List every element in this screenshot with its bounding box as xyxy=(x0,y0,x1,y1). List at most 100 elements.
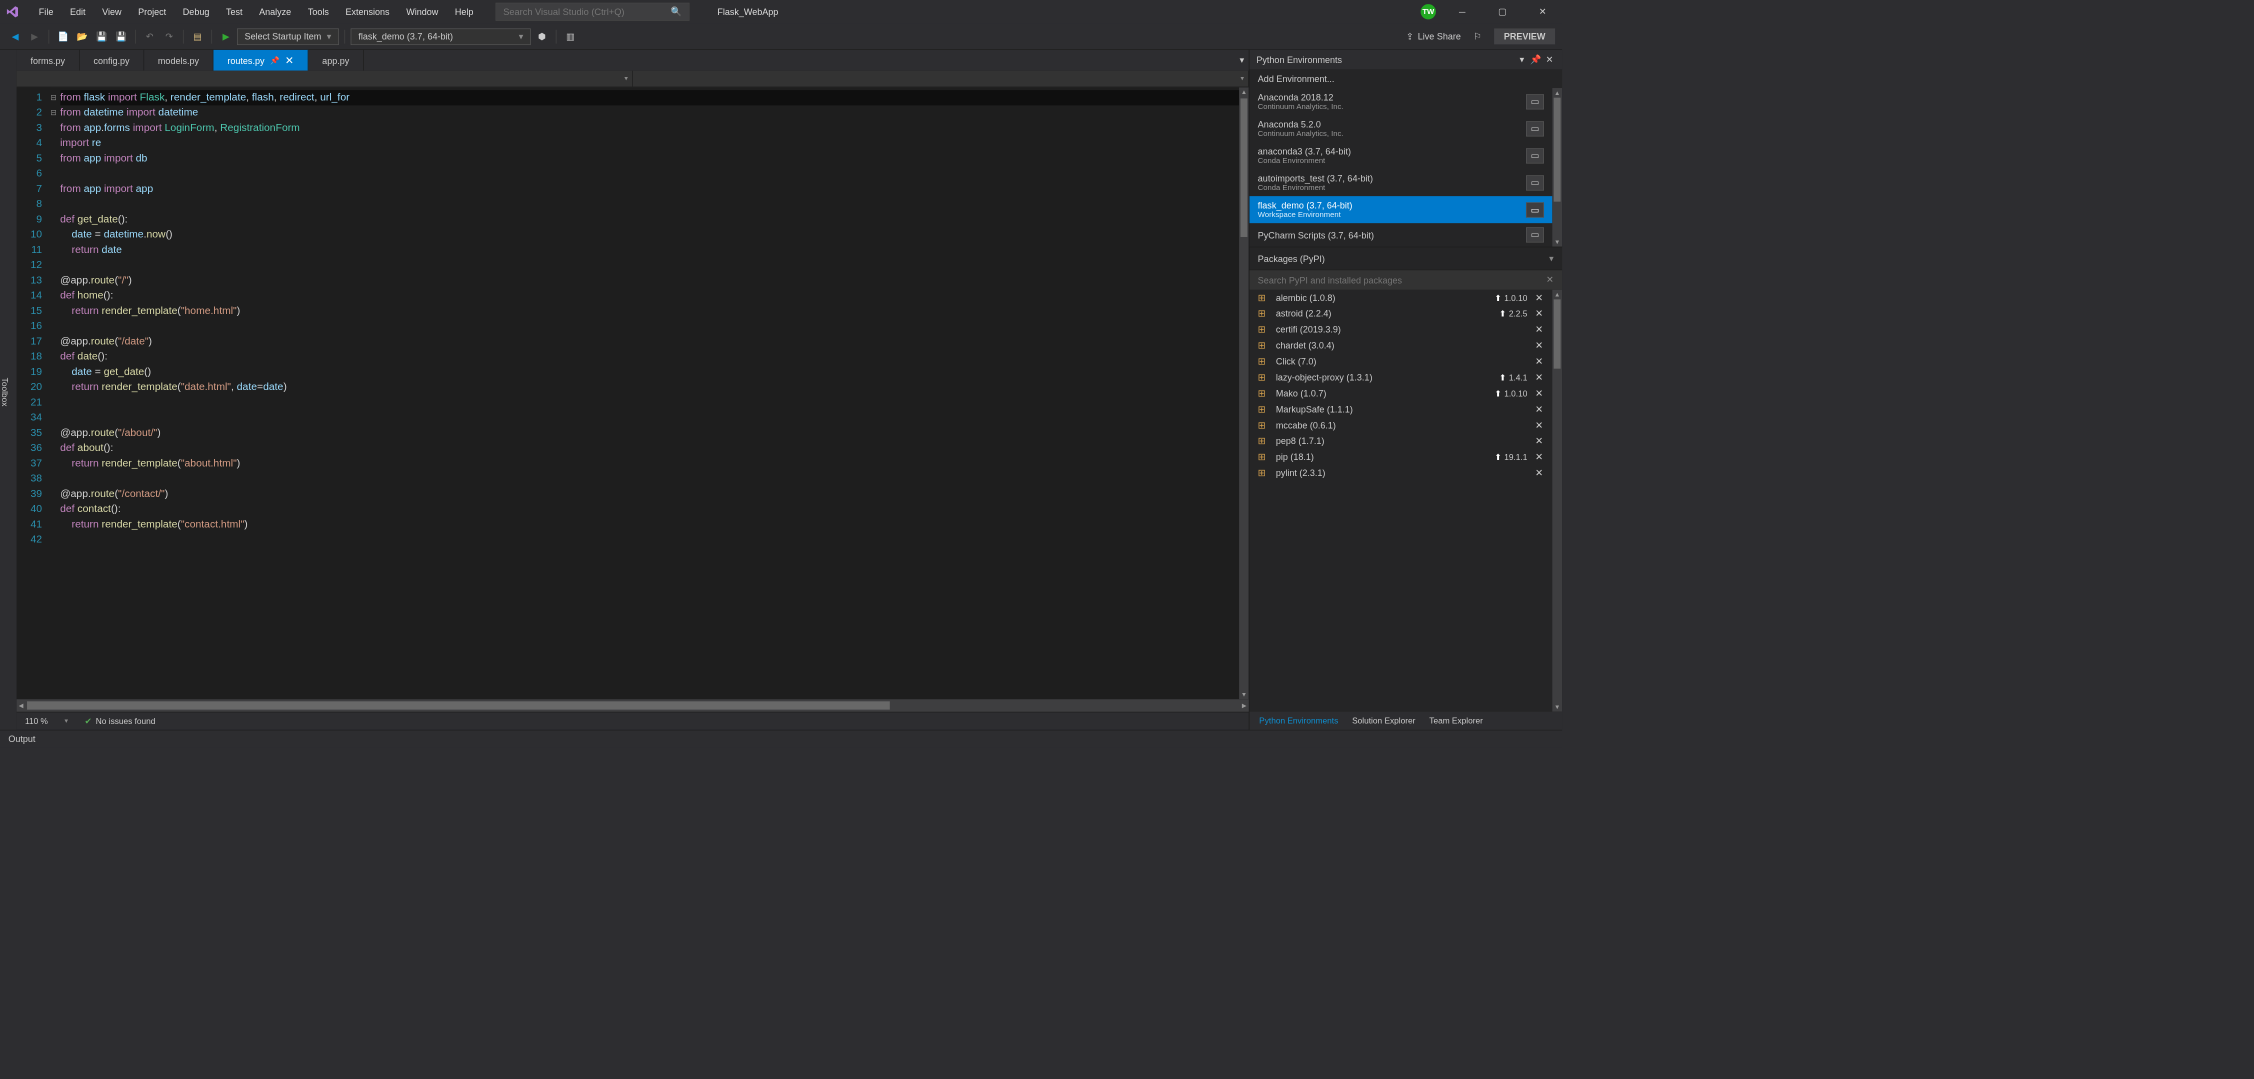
upgrade-icon[interactable]: ⬆ xyxy=(1494,293,1501,303)
search-input[interactable] xyxy=(503,7,665,17)
menu-edit[interactable]: Edit xyxy=(62,4,94,20)
close-panel-icon[interactable]: ✕ xyxy=(1544,54,1555,65)
remove-package-icon[interactable]: ✕ xyxy=(1534,419,1544,431)
save-all-icon[interactable]: 💾 xyxy=(113,28,130,45)
scope-selector-1[interactable]: ▾ xyxy=(17,71,633,87)
upgrade-icon[interactable]: ⬆ xyxy=(1494,452,1501,462)
menu-project[interactable]: Project xyxy=(130,4,175,20)
menu-analyze[interactable]: Analyze xyxy=(251,4,300,20)
env-item[interactable]: autoimports_test (3.7, 64-bit)Conda Envi… xyxy=(1249,169,1552,196)
upgrade-icon[interactable]: ⬆ xyxy=(1499,309,1506,319)
editor-scrollbar-h[interactable]: ◀ ▶ xyxy=(17,699,1249,711)
minimize-button[interactable]: ─ xyxy=(1448,2,1476,21)
package-item[interactable]: ⊞Mako (1.0.7)⬆1.0.10✕ xyxy=(1249,385,1552,401)
package-source-selector[interactable]: Packages (PyPI)▾ xyxy=(1249,247,1562,271)
env-item[interactable]: flask_demo (3.7, 64-bit)Workspace Enviro… xyxy=(1249,196,1552,223)
new-file-icon[interactable]: 📄 xyxy=(55,28,72,45)
pin-tab-icon[interactable]: 📌 xyxy=(270,56,279,65)
close-tab-icon[interactable]: ✕ xyxy=(285,54,294,66)
preview-button[interactable]: PREVIEW xyxy=(1494,28,1555,44)
save-icon[interactable]: 💾 xyxy=(94,28,111,45)
env-selector[interactable]: flask_demo (3.7, 64-bit)▾ xyxy=(351,28,531,45)
env-open-icon[interactable]: ▭ xyxy=(1526,175,1544,190)
remove-package-icon[interactable]: ✕ xyxy=(1534,403,1544,415)
run-icon[interactable]: ▶ xyxy=(218,28,235,45)
window-position-icon[interactable]: ▾ xyxy=(1516,54,1527,65)
package-item[interactable]: ⊞mccabe (0.6.1)✕ xyxy=(1249,417,1552,433)
scope-selector-2[interactable]: ▾ xyxy=(633,71,1249,87)
remove-package-icon[interactable]: ✕ xyxy=(1534,356,1544,368)
user-avatar[interactable]: TW xyxy=(1421,4,1436,19)
menu-debug[interactable]: Debug xyxy=(174,4,217,20)
maximize-button[interactable]: ▢ xyxy=(1489,2,1517,21)
toolbox-tab[interactable]: Toolbox xyxy=(0,378,10,407)
fold-column[interactable]: ⊟⊟ xyxy=(50,87,60,699)
search-box[interactable]: 🔍 xyxy=(496,3,690,21)
startup-selector[interactable]: Select Startup Item▾ xyxy=(237,28,339,45)
package-item[interactable]: ⊞pylint (2.3.1)✕ xyxy=(1249,465,1552,481)
package-item[interactable]: ⊞MarkupSafe (1.1.1)✕ xyxy=(1249,401,1552,417)
panel-tab-team-explorer[interactable]: Team Explorer xyxy=(1422,713,1489,728)
remove-package-icon[interactable]: ✕ xyxy=(1534,308,1544,320)
remove-package-icon[interactable]: ✕ xyxy=(1534,435,1544,447)
panel-tab-python-environments[interactable]: Python Environments xyxy=(1252,713,1345,728)
add-environment-button[interactable]: Add Environment... xyxy=(1249,69,1562,88)
env-item[interactable]: anaconda3 (3.7, 64-bit)Conda Environment… xyxy=(1249,142,1552,169)
env-open-icon[interactable]: ▭ xyxy=(1526,94,1544,109)
zoom-level[interactable]: 110 % xyxy=(25,716,48,726)
code-body[interactable]: from flask import Flask, render_template… xyxy=(60,87,1239,699)
remove-package-icon[interactable]: ✕ xyxy=(1534,340,1544,352)
pin-icon[interactable]: 📌 xyxy=(1530,54,1541,65)
package-item[interactable]: ⊞alembic (1.0.8)⬆1.0.10✕ xyxy=(1249,290,1552,306)
issues-status[interactable]: ✔ No issues found xyxy=(85,716,156,726)
clear-search-icon[interactable]: ✕ xyxy=(1546,274,1554,285)
remove-package-icon[interactable]: ✕ xyxy=(1534,324,1544,336)
package-item[interactable]: ⊞lazy-object-proxy (1.3.1)⬆1.4.1✕ xyxy=(1249,369,1552,385)
tab-overflow-icon[interactable]: ▾ xyxy=(1235,50,1249,71)
tab-forms-py[interactable]: forms.py xyxy=(17,50,80,71)
env-open-icon[interactable]: ▭ xyxy=(1526,121,1544,136)
tab-app-py[interactable]: app.py xyxy=(308,50,363,71)
nav-fwd-button[interactable]: ▶ xyxy=(26,28,43,45)
env-open-icon[interactable]: ▭ xyxy=(1526,202,1544,217)
editor-scrollbar-v[interactable]: ▲ ▼ xyxy=(1239,87,1249,699)
menu-window[interactable]: Window xyxy=(398,4,447,20)
open-file-icon[interactable]: 📂 xyxy=(74,28,91,45)
menu-file[interactable]: File xyxy=(30,4,61,20)
package-item[interactable]: ⊞Click (7.0)✕ xyxy=(1249,353,1552,369)
upgrade-icon[interactable]: ⬆ xyxy=(1494,388,1501,398)
remove-package-icon[interactable]: ✕ xyxy=(1534,371,1544,383)
remove-package-icon[interactable]: ✕ xyxy=(1534,451,1544,463)
package-item[interactable]: ⊞chardet (3.0.4)✕ xyxy=(1249,337,1552,353)
env-item[interactable]: Anaconda 5.2.0Continuum Analytics, Inc.▭ xyxy=(1249,115,1552,142)
feedback-icon[interactable]: ⚐ xyxy=(1469,28,1486,45)
output-panel-header[interactable]: Output xyxy=(0,730,1562,748)
package-search[interactable]: ✕ xyxy=(1249,270,1562,289)
menu-test[interactable]: Test xyxy=(218,4,251,20)
close-button[interactable]: ✕ xyxy=(1529,2,1557,21)
package-item[interactable]: ⊞pep8 (1.7.1)✕ xyxy=(1249,433,1552,449)
tab-config-py[interactable]: config.py xyxy=(80,50,144,71)
redo-icon[interactable]: ↷ xyxy=(161,28,178,45)
package-item[interactable]: ⊞astroid (2.2.4)⬆2.2.5✕ xyxy=(1249,306,1552,322)
env-item[interactable]: PyCharm Scripts (3.7, 64-bit)▭ xyxy=(1249,223,1552,247)
pkg-scrollbar[interactable]: ▲▼ xyxy=(1552,290,1562,712)
properties-icon[interactable]: ▤ xyxy=(189,28,206,45)
package-search-input[interactable] xyxy=(1258,275,1546,285)
code-editor[interactable]: 1234567891011121314151617181920213435363… xyxy=(17,87,1249,699)
menu-view[interactable]: View xyxy=(94,4,130,20)
env-icon[interactable]: ⬢ xyxy=(534,28,551,45)
undo-icon[interactable]: ↶ xyxy=(141,28,158,45)
menu-tools[interactable]: Tools xyxy=(300,4,338,20)
remove-package-icon[interactable]: ✕ xyxy=(1534,292,1544,304)
tab-models-py[interactable]: models.py xyxy=(144,50,213,71)
menu-help[interactable]: Help xyxy=(447,4,482,20)
window-layout-icon[interactable]: ▥ xyxy=(562,28,579,45)
env-item[interactable]: Anaconda 2018.12Continuum Analytics, Inc… xyxy=(1249,88,1552,115)
tab-routes-py[interactable]: routes.py📌✕ xyxy=(214,50,309,71)
live-share-button[interactable]: ⇪Live Share xyxy=(1406,31,1461,42)
env-scrollbar[interactable]: ▲▼ xyxy=(1552,88,1562,247)
package-item[interactable]: ⊞certifi (2019.3.9)✕ xyxy=(1249,322,1552,338)
env-open-icon[interactable]: ▭ xyxy=(1526,227,1544,242)
panel-tab-solution-explorer[interactable]: Solution Explorer xyxy=(1345,713,1422,728)
